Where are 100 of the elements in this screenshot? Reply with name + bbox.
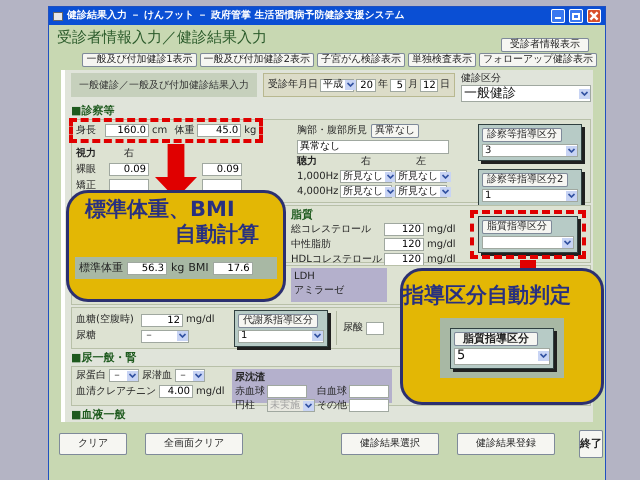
input-field[interactable]: 120 [384, 238, 424, 251]
input-field[interactable]: 56.3 [127, 262, 167, 274]
minimize-button[interactable] [551, 9, 565, 23]
page-title: 受診者情報入力／健診結果入力 [57, 28, 267, 46]
field-label: BMI [188, 262, 209, 274]
caret-icon [579, 88, 590, 98]
field-label: 尿沈渣 [235, 372, 265, 384]
field-label: 健診区分 [461, 73, 502, 85]
close-button[interactable] [587, 9, 601, 23]
field-label: mg/dl [427, 254, 456, 266]
input-field[interactable]: 5 [390, 78, 406, 92]
button[interactable]: 受診者情報表示 [501, 38, 589, 52]
field-label: 1,000Hz [297, 170, 337, 182]
field-label: 血清クレアチニン [76, 386, 156, 398]
input-field[interactable] [267, 385, 307, 398]
field-label: 尿潜血 [142, 370, 172, 382]
field-label: 聴力 [297, 156, 318, 168]
button[interactable]: 子宮がん検診表示 [317, 53, 405, 67]
field-label: 標準体重 [79, 262, 123, 274]
input-field[interactable]: 45.0 [197, 124, 242, 137]
input-field[interactable] [349, 385, 389, 398]
button[interactable]: 診察等指導区分 [482, 128, 562, 142]
button[interactable]: 代謝系指導区分 [238, 314, 318, 328]
field-label: 身長 [76, 124, 97, 136]
button[interactable]: クリア [59, 433, 127, 455]
caret-icon [385, 186, 396, 196]
input-field[interactable]: 12 [420, 78, 438, 92]
input-field[interactable]: 120 [384, 223, 424, 236]
field-label: 胸部・腹部所見 [297, 125, 367, 137]
app-icon [53, 12, 63, 20]
field-label: HDLコレステロール [291, 254, 381, 266]
section-heading: 脂質 [291, 208, 313, 221]
section-heading: ■診察等 [71, 104, 114, 117]
field-label: 尿糖 [76, 330, 97, 342]
caret-icon [385, 172, 396, 182]
button[interactable]: 一般及び付加健診2表示 [200, 53, 314, 67]
button[interactable]: 脂質指導区分 [454, 332, 538, 346]
field-label: 日 [440, 79, 450, 91]
text-area[interactable]: 異常なし [297, 140, 449, 154]
dropdown[interactable] [482, 236, 574, 249]
field-label: 視力 [76, 148, 97, 160]
button[interactable]: 終了 [579, 430, 603, 458]
callout-heading: 自動計算 [175, 222, 259, 247]
input-field[interactable]: 0.09 [202, 163, 242, 176]
field-label: 尿蛋白 [76, 370, 106, 382]
caret-icon [177, 331, 188, 341]
field-label: 白血球 [317, 386, 347, 398]
input-field[interactable]: 0.09 [109, 163, 149, 176]
callout-heading: 指導区分自動判定 [403, 283, 571, 308]
caret-icon [566, 146, 577, 156]
dropdown[interactable]: 所見なし [340, 185, 392, 198]
input-field[interactable]: 20 [356, 78, 376, 92]
section-title: 一般健診／一般及び付加健診結果入力 [71, 73, 257, 97]
dropdown[interactable]: － [175, 369, 205, 382]
dropdown[interactable]: － [141, 330, 189, 342]
maximize-button[interactable] [569, 9, 583, 23]
button[interactable]: 単独検査表示 [408, 53, 476, 67]
button[interactable]: フォローアップ健診表示 [479, 53, 597, 67]
section-heading: ■尿一般・腎 [71, 351, 136, 364]
caret-icon [440, 186, 451, 196]
field-label: 総コレステロール [291, 224, 372, 236]
dropdown[interactable]: － [109, 369, 139, 382]
button[interactable]: 健診結果選択 [341, 433, 439, 455]
input-field[interactable]: 12 [141, 314, 183, 326]
input-field[interactable]: 4.00 [159, 385, 193, 398]
input-field[interactable] [366, 322, 384, 334]
caret-icon [193, 370, 204, 380]
field-label: 尿酸 [343, 322, 363, 334]
button[interactable]: 健診結果登録 [457, 433, 555, 455]
input-field[interactable]: 160.0 [105, 124, 149, 137]
field-label: アミラーゼ [294, 285, 346, 297]
field-label: 矯正 [76, 180, 97, 192]
dropdown[interactable]: 1 [482, 189, 578, 202]
field-label: kg [171, 262, 184, 274]
dropdown[interactable]: 一般健診 [461, 85, 591, 102]
field-label: mg/dl [186, 314, 215, 326]
button[interactable]: 全画面クリア [145, 433, 243, 455]
dropdown[interactable]: 1 [238, 330, 324, 342]
field-label: 右 [123, 148, 135, 160]
caret-icon [566, 190, 577, 200]
dropdown[interactable]: 3 [482, 144, 578, 157]
button[interactable]: 一般及び付加健診1表示 [82, 53, 197, 67]
field-label: kg [244, 124, 256, 136]
button[interactable]: 脂質指導区分 [482, 220, 552, 234]
field-label: その他 [317, 400, 347, 412]
window-title: 健診結果入力 － けんフット － 政府管掌 生活習慣病予防健診支援システム [67, 10, 406, 22]
field-label: mg/dl [427, 238, 456, 250]
field-label: 血糖(空腹時) [76, 314, 135, 326]
input-field[interactable]: 17.6 [212, 262, 253, 274]
dropdown[interactable]: 5 [454, 348, 550, 364]
field-label: 裸眼 [76, 164, 97, 176]
dropdown[interactable]: 所見なし [340, 170, 392, 183]
dropdown[interactable]: 平成 [320, 78, 354, 92]
input-field[interactable] [349, 399, 389, 412]
caret-icon [127, 370, 138, 380]
input-field[interactable]: 120 [384, 253, 424, 266]
caret-icon [303, 400, 314, 410]
caret-icon [312, 331, 323, 341]
button[interactable]: 診察等指導区分2 [482, 173, 568, 187]
button[interactable]: 異常なし [371, 124, 419, 138]
